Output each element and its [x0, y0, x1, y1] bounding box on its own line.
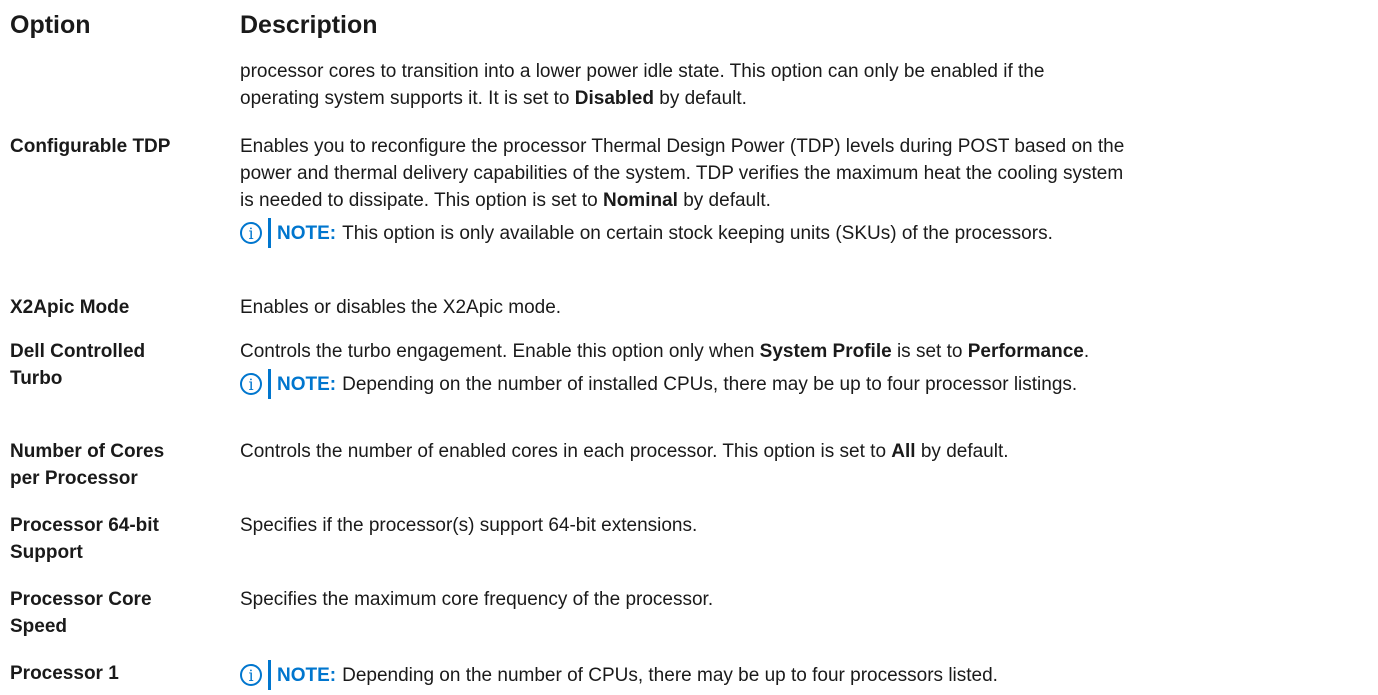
option-description: i NOTE: Depending on the number of CPUs,…	[240, 660, 1370, 690]
option-name: Processor 1	[10, 663, 119, 684]
note-text: Depending on the number of installed CPU…	[342, 373, 1078, 395]
note-callout: i NOTE: Depending on the number of insta…	[240, 369, 1370, 399]
desc-text: is set to	[891, 341, 968, 362]
desc-text: Controls the turbo engagement. Enable th…	[240, 341, 760, 362]
note-callout: i NOTE: This option is only available on…	[240, 218, 1370, 248]
row-number-of-cores: Number of Cores per Processor Controls t…	[10, 438, 1370, 489]
row-continued: processor cores to transition into a low…	[10, 58, 1370, 112]
option-line: Speed	[10, 616, 68, 637]
desc-line: Enables you to reconfigure the processor…	[240, 136, 1125, 157]
header-option: Option	[10, 11, 91, 39]
desc-text: by default.	[677, 190, 771, 211]
option-line: per Processor	[10, 468, 138, 489]
note-divider	[268, 660, 271, 690]
header-description: Description	[240, 11, 378, 39]
info-icon: i	[240, 664, 262, 686]
option-line: Dell Controlled	[10, 341, 146, 362]
row-processor-core-speed: Processor Core Speed Specifies the maxim…	[10, 586, 1370, 637]
desc-bold: Nominal	[602, 190, 678, 211]
row-processor-64bit-support: Processor 64-bit Support Specifies if th…	[10, 512, 1370, 563]
note-label: NOTE:	[277, 373, 337, 395]
desc-line: processor cores to transition into a low…	[240, 61, 1045, 82]
note-label: NOTE:	[277, 222, 337, 244]
desc-line: Controls the turbo engagement. Enable th…	[240, 338, 1370, 365]
option-description: Enables you to reconfigure the processor…	[240, 133, 1370, 248]
option-description: Specifies the maximum core frequency of …	[240, 589, 714, 610]
desc-line: is needed to dissipate. This option is s…	[240, 187, 1370, 214]
option-name: Processor 64-bit Support	[10, 512, 235, 566]
note-callout: i NOTE: Depending on the number of CPUs,…	[240, 660, 1370, 690]
desc-bold: System Profile	[759, 341, 892, 362]
option-name: X2Apic Mode	[10, 297, 130, 318]
row-x2apic-mode: X2Apic Mode Enables or disables the X2Ap…	[10, 294, 1370, 321]
note-label: NOTE:	[277, 664, 337, 686]
option-description: Specifies if the processor(s) support 64…	[240, 515, 698, 536]
desc-text: operating system supports it. It is set …	[240, 88, 575, 109]
option-description: Controls the turbo engagement. Enable th…	[240, 338, 1370, 399]
note-divider	[268, 369, 271, 399]
desc-text: .	[1083, 341, 1090, 362]
note-text: Depending on the number of CPUs, there m…	[342, 664, 998, 686]
row-continued-description: processor cores to transition into a low…	[240, 58, 1370, 112]
desc-line: power and thermal delivery capabilities …	[240, 163, 1124, 184]
option-name: Number of Cores per Processor	[10, 438, 235, 492]
desc-line: operating system supports it. It is set …	[240, 85, 1370, 112]
row-dell-controlled-turbo: Dell Controlled Turbo Controls the turbo…	[10, 338, 1370, 399]
table-header: Option Description	[10, 0, 1370, 54]
option-line: Processor 64-bit	[10, 515, 159, 536]
option-name: Dell Controlled Turbo	[10, 338, 235, 392]
bios-options-table: Option Description processor cores to tr…	[10, 0, 1370, 690]
desc-text: Controls the number of enabled cores in …	[240, 441, 892, 462]
option-line: Turbo	[10, 368, 63, 389]
row-configurable-tdp: Configurable TDP Enables you to reconfig…	[10, 133, 1370, 248]
option-line: Number of Cores	[10, 441, 165, 462]
option-description: Enables or disables the X2Apic mode.	[240, 297, 562, 318]
option-name: Configurable TDP	[10, 136, 171, 157]
desc-bold: Disabled	[574, 88, 654, 109]
note-text: This option is only available on certain…	[342, 222, 1053, 244]
desc-bold: All	[891, 441, 916, 462]
desc-text: by default.	[653, 88, 747, 109]
row-processor-1: Processor 1 i NOTE: Depending on the num…	[10, 660, 1370, 690]
desc-text: is needed to dissipate. This option is s…	[240, 190, 603, 211]
option-line: Support	[10, 542, 83, 563]
option-name: Processor Core Speed	[10, 586, 235, 640]
desc-text: by default.	[915, 441, 1009, 462]
option-line: Processor Core	[10, 589, 152, 610]
info-icon: i	[240, 373, 262, 395]
desc-bold: Performance	[967, 341, 1084, 362]
option-description: Controls the number of enabled cores in …	[240, 438, 1370, 465]
note-divider	[268, 218, 271, 248]
info-icon: i	[240, 222, 262, 244]
